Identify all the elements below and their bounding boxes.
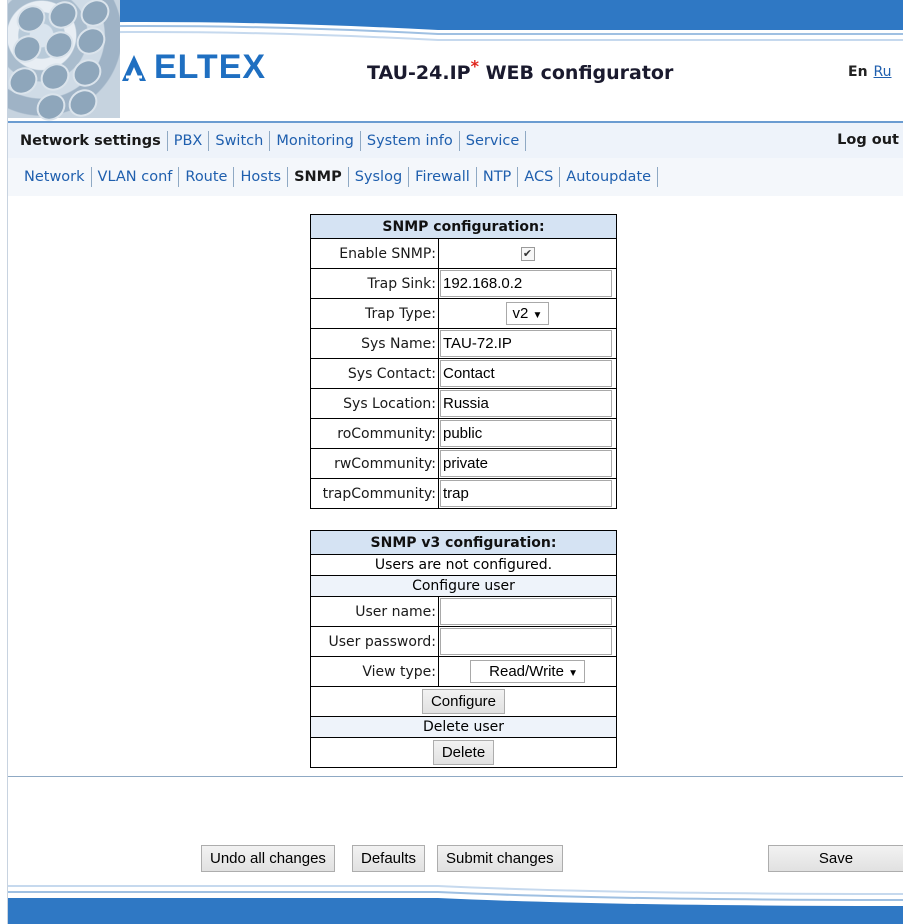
sys-location-label: Sys Location:: [310, 388, 439, 419]
subtab-firewall[interactable]: Firewall: [409, 167, 477, 187]
header: ELTEX TAU-24.IP* WEB configurator En Ru: [8, 0, 903, 127]
trap-community-label: trapCommunity:: [310, 478, 439, 509]
subtab-syslog[interactable]: Syslog: [349, 167, 410, 187]
logo-mark-icon: [122, 54, 146, 81]
page-frame: ELTEX TAU-24.IP* WEB configurator En Ru N…: [7, 0, 903, 924]
snmp-config-title: SNMP configuration:: [310, 214, 617, 239]
subtab-acs[interactable]: ACS: [518, 167, 561, 187]
chevron-down-icon: ▼: [568, 668, 578, 679]
app-title-model: TAU-24.IP: [367, 62, 471, 84]
delete-user-header: Delete user: [310, 716, 617, 738]
primary-nav: Network settings PBX Switch Monitoring S…: [8, 121, 903, 158]
tab-pbx[interactable]: PBX: [168, 130, 210, 151]
user-password-input[interactable]: [440, 628, 612, 655]
sys-location-input[interactable]: Russia: [440, 390, 612, 417]
save-button[interactable]: Save: [768, 845, 903, 872]
sys-name-label: Sys Name:: [310, 328, 439, 359]
subtab-snmp[interactable]: SNMP: [288, 167, 349, 187]
logo-text: ELTEX: [154, 48, 267, 86]
trap-sink-label: Trap Sink:: [310, 268, 439, 299]
subtab-ntp[interactable]: NTP: [477, 167, 519, 187]
rw-community-label: rwCommunity:: [310, 448, 439, 479]
trap-type-label: Trap Type:: [310, 298, 439, 329]
undo-all-changes-button[interactable]: Undo all changes: [201, 845, 335, 872]
trap-type-value: v2: [512, 305, 529, 322]
view-type-select[interactable]: Read/Write ▼: [470, 660, 585, 683]
tab-service[interactable]: Service: [460, 130, 527, 151]
app-title: TAU-24.IP* WEB configurator: [367, 58, 674, 84]
snmp-config-table: SNMP configuration: Enable SNMP: ✔ Trap …: [310, 214, 617, 509]
tab-system-info[interactable]: System info: [361, 130, 460, 151]
logout-link[interactable]: Log out: [837, 132, 899, 148]
configure-user-header: Configure user: [310, 575, 617, 597]
ro-community-label: roCommunity:: [310, 418, 439, 449]
app-title-star: *: [470, 56, 479, 76]
subtab-route[interactable]: Route: [179, 167, 235, 187]
footer-band: [8, 885, 903, 924]
language-switch: En Ru: [848, 64, 892, 80]
sys-contact-input[interactable]: Contact: [440, 360, 612, 387]
tab-switch[interactable]: Switch: [209, 130, 271, 151]
content-separator: [8, 776, 903, 777]
users-status-text: Users are not configured.: [310, 554, 617, 576]
keypad-photo: [8, 0, 120, 127]
delete-button[interactable]: Delete: [432, 740, 495, 765]
tab-network-settings[interactable]: Network settings: [14, 130, 168, 151]
subtab-network[interactable]: Network: [18, 167, 92, 187]
ro-community-input[interactable]: public: [440, 420, 612, 447]
header-swoosh: [8, 14, 903, 41]
lang-ru-link[interactable]: Ru: [874, 64, 892, 80]
submit-changes-button[interactable]: Submit changes: [437, 845, 563, 872]
eltex-logo: ELTEX: [120, 48, 266, 87]
view-type-value: Read/Write: [489, 663, 564, 680]
subtab-autoupdate[interactable]: Autoupdate: [560, 167, 659, 187]
user-name-input[interactable]: [440, 598, 612, 625]
app-title-suffix: WEB configurator: [478, 62, 674, 84]
user-name-label: User name:: [310, 596, 439, 627]
snmpv3-config-table: SNMP v3 configuration: Users are not con…: [310, 530, 617, 768]
subtab-vlan-conf[interactable]: VLAN conf: [92, 167, 180, 187]
trap-sink-input[interactable]: 192.168.0.2: [440, 270, 612, 297]
enable-snmp-label: Enable SNMP:: [310, 238, 439, 269]
configure-button[interactable]: Configure: [421, 689, 506, 714]
tab-monitoring[interactable]: Monitoring: [270, 130, 361, 151]
defaults-button[interactable]: Defaults: [352, 845, 426, 872]
rw-community-input[interactable]: private: [440, 450, 612, 477]
secondary-nav: Network VLAN conf Route Hosts SNMP Syslo…: [8, 158, 903, 196]
enable-snmp-checkbox[interactable]: ✔: [520, 246, 535, 261]
subtab-hosts[interactable]: Hosts: [234, 167, 289, 187]
trap-type-select[interactable]: v2 ▼: [505, 302, 550, 325]
view-type-label: View type:: [310, 656, 439, 687]
sys-name-input[interactable]: TAU-72.IP: [440, 330, 612, 357]
trap-community-input[interactable]: trap: [440, 480, 612, 507]
lang-en: En: [848, 64, 868, 80]
sys-contact-label: Sys Contact:: [310, 358, 439, 389]
chevron-down-icon: ▼: [532, 310, 543, 321]
user-password-label: User password:: [310, 626, 439, 657]
snmpv3-config-title: SNMP v3 configuration:: [310, 530, 617, 555]
